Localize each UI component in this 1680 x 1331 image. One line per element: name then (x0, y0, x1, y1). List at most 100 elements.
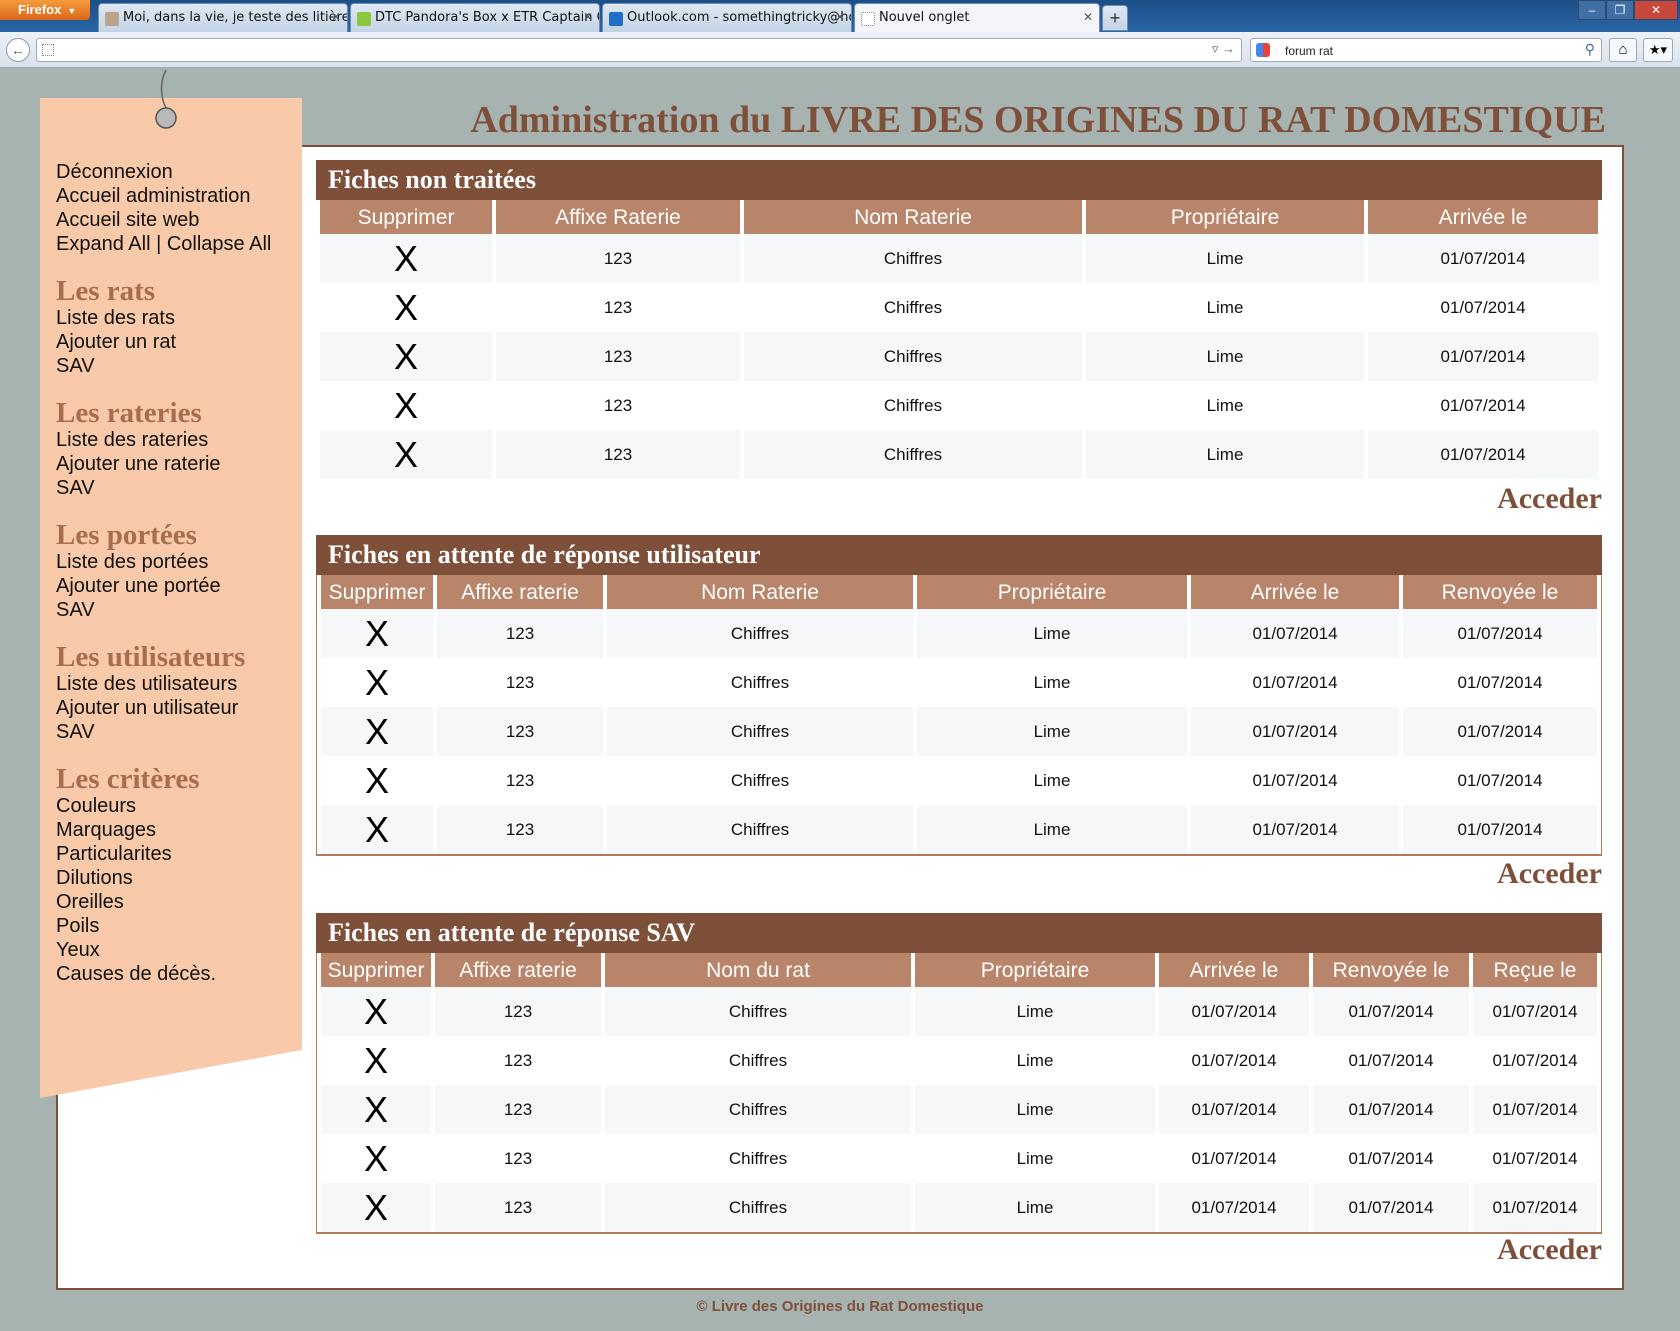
sidebar-link[interactable]: Dilutions (56, 866, 296, 890)
website-home-link[interactable]: Accueil site web (56, 208, 296, 232)
acceder-link[interactable]: Acceder (1497, 482, 1602, 516)
tab-title: DTC Pandora's Box x ETR Captain Ob... (375, 10, 599, 25)
group-title[interactable]: Les portées (56, 520, 296, 550)
sidebar-link[interactable]: SAV (56, 598, 296, 622)
column-header[interactable]: Renvoyée le (1313, 953, 1469, 987)
table-cell: Lime (915, 1183, 1155, 1232)
sidebar-link[interactable]: Liste des rats (56, 306, 296, 330)
sidebar-link[interactable]: Ajouter une raterie (56, 452, 296, 476)
table-cell: 01/07/2014 (1403, 805, 1597, 854)
collapse-all-link[interactable]: Collapse All (167, 233, 272, 255)
bookmarks-icon[interactable]: ★▾ (1643, 38, 1673, 62)
sidebar-link[interactable]: Causes de décès. (56, 962, 296, 986)
column-header[interactable]: Supprimer (320, 200, 492, 234)
table-row: X 123 Chiffres Lime 01/07/2014 (320, 234, 1598, 283)
sidebar-link[interactable]: SAV (56, 354, 296, 378)
sidebar-link[interactable]: Ajouter une portée (56, 574, 296, 598)
table-cell: Lime (917, 805, 1187, 854)
group-title[interactable]: Les rats (56, 276, 296, 306)
close-icon[interactable]: ✕ (1083, 10, 1093, 24)
sidebar-link[interactable]: Particularites (56, 842, 296, 866)
acceder-link[interactable]: Acceder (1497, 857, 1602, 891)
sidebar-link[interactable]: Liste des rateries (56, 428, 296, 452)
admin-home-link[interactable]: Accueil administration (56, 184, 296, 208)
dropdown-arrow-icon: ▼ (67, 6, 77, 16)
delete-button[interactable]: X (321, 1134, 431, 1183)
table-cell: 01/07/2014 (1368, 283, 1598, 332)
column-header[interactable]: Supprimer (321, 953, 431, 987)
column-header[interactable]: Reçue le (1473, 953, 1597, 987)
sidebar-link[interactable]: Liste des utilisateurs (56, 672, 296, 696)
column-header[interactable]: Arrivée le (1368, 200, 1598, 234)
delete-button[interactable]: X (321, 805, 433, 854)
delete-button[interactable]: X (320, 381, 492, 430)
delete-button[interactable]: X (321, 707, 433, 756)
close-icon[interactable]: ✕ (835, 10, 845, 24)
minimize-icon[interactable]: – (1578, 0, 1606, 20)
delete-button[interactable]: X (320, 430, 492, 479)
column-header[interactable]: Arrivée le (1159, 953, 1309, 987)
delete-button[interactable]: X (320, 332, 492, 381)
column-header[interactable]: Supprimer (321, 575, 433, 609)
table-cell: 123 (496, 283, 740, 332)
search-bar[interactable]: forum rat ⚲ (1250, 38, 1602, 62)
column-header[interactable]: Propriétaire (915, 953, 1155, 987)
acceder-link[interactable]: Acceder (1497, 1233, 1602, 1267)
group-title[interactable]: Les utilisateurs (56, 642, 296, 672)
browser-tab-active[interactable]: Nouvel onglet ✕ (854, 3, 1100, 32)
sidebar-link[interactable]: Marquages (56, 818, 296, 842)
go-arrow-icon[interactable]: ▿ → (1212, 41, 1235, 57)
browser-tab[interactable]: Outlook.com - somethingtricky@hot... ✕ (602, 3, 852, 32)
delete-button[interactable]: X (321, 756, 433, 805)
home-icon[interactable]: ⌂ (1609, 38, 1637, 62)
browser-tab[interactable]: Moi, dans la vie, je teste des litières … (98, 3, 348, 32)
firefox-menu-button[interactable]: Firefox ▼ (0, 0, 90, 20)
google-icon[interactable] (1256, 43, 1270, 57)
sidebar-link[interactable]: Poils (56, 914, 296, 938)
delete-button[interactable]: X (321, 658, 433, 707)
column-header[interactable]: Renvoyée le (1403, 575, 1597, 609)
sidebar-link[interactable]: SAV (56, 476, 296, 500)
delete-button[interactable]: X (321, 609, 433, 658)
column-header[interactable]: Affixe raterie (435, 953, 601, 987)
column-header[interactable]: Arrivée le (1191, 575, 1399, 609)
table-cell: 01/07/2014 (1159, 1085, 1309, 1134)
close-window-icon[interactable]: ✕ (1634, 0, 1678, 20)
logout-link[interactable]: Déconnexion (56, 160, 296, 184)
delete-button[interactable]: X (321, 987, 431, 1036)
sidebar-link[interactable]: Liste des portées (56, 550, 296, 574)
group-title[interactable]: Les critères (56, 764, 296, 794)
search-icon[interactable]: ⚲ (1585, 41, 1595, 58)
sidebar-link[interactable]: Couleurs (56, 794, 296, 818)
column-header[interactable]: Nom Raterie (607, 575, 913, 609)
expand-all-link[interactable]: Expand All (56, 233, 151, 255)
new-tab-button[interactable]: + (1102, 5, 1128, 31)
panel-title: Fiches en attente de réponse SAV (316, 913, 1602, 953)
table-cell: 01/07/2014 (1313, 987, 1469, 1036)
sidebar-link[interactable]: Ajouter un rat (56, 330, 296, 354)
maximize-icon[interactable]: ❐ (1606, 0, 1634, 20)
sidebar-link[interactable]: SAV (56, 720, 296, 744)
back-arrow-icon[interactable]: ← (6, 38, 30, 62)
column-header[interactable]: Propriétaire (917, 575, 1187, 609)
url-bar[interactable]: ▿ → (36, 38, 1242, 62)
column-header[interactable]: Affixe Raterie (496, 200, 740, 234)
column-header[interactable]: Nom Raterie (744, 200, 1082, 234)
close-icon[interactable]: ✕ (331, 10, 341, 24)
delete-button[interactable]: X (320, 283, 492, 332)
browser-tab[interactable]: DTC Pandora's Box x ETR Captain Ob... ✕ (350, 3, 600, 32)
sidebar-link[interactable]: Ajouter un utilisateur (56, 696, 296, 720)
column-header[interactable]: Affixe raterie (437, 575, 603, 609)
group-title[interactable]: Les rateries (56, 398, 296, 428)
column-header[interactable]: Nom du rat (605, 953, 911, 987)
column-header[interactable]: Propriétaire (1086, 200, 1364, 234)
table-cell: Lime (917, 609, 1187, 658)
sidebar-link[interactable]: Oreilles (56, 890, 296, 914)
close-icon[interactable]: ✕ (583, 10, 593, 24)
delete-button[interactable]: X (321, 1183, 431, 1232)
table-cell: Chiffres (605, 987, 911, 1036)
sidebar-link[interactable]: Yeux (56, 938, 296, 962)
delete-button[interactable]: X (321, 1085, 431, 1134)
delete-button[interactable]: X (321, 1036, 431, 1085)
delete-button[interactable]: X (320, 234, 492, 283)
